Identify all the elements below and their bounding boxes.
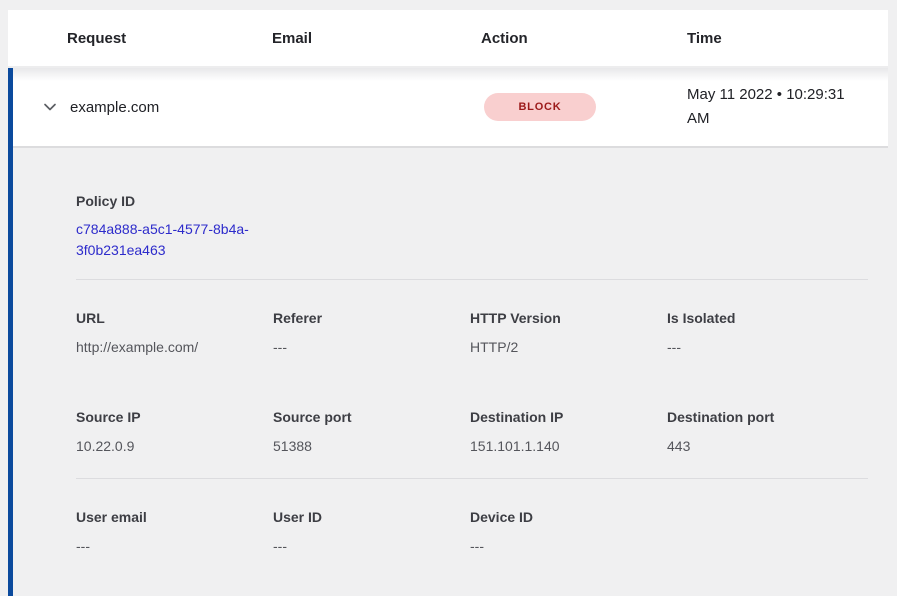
block-status-badge: BLOCK xyxy=(484,93,596,121)
expanded-row-group: example.com BLOCK May 11 2022 • 10:29:31… xyxy=(8,68,888,596)
detail-field-policy-id: Policy ID c784a888-a5c1-4577-8b4a-3f0b23… xyxy=(76,191,868,261)
detail-field-destination-port: Destination port 443 xyxy=(667,407,864,456)
field-value: HTTP/2 xyxy=(470,337,667,357)
detail-field-referer: Referer --- xyxy=(273,308,470,357)
field-label: Source IP xyxy=(76,407,273,427)
detail-field-user-id: User ID --- xyxy=(273,507,470,556)
field-value: 151.101.1.140 xyxy=(470,436,667,456)
column-header-email: Email xyxy=(272,30,481,47)
log-table-card: Request Email Action Time example.com BL… xyxy=(8,10,888,596)
field-value: 51388 xyxy=(273,436,470,456)
field-value: --- xyxy=(273,536,470,556)
field-value: --- xyxy=(76,536,273,556)
log-table-row[interactable]: example.com BLOCK May 11 2022 • 10:29:31… xyxy=(13,68,888,148)
column-header-request: Request xyxy=(8,30,272,47)
request-cell: example.com xyxy=(13,99,272,116)
field-label: Policy ID xyxy=(76,191,868,211)
field-value: http://example.com/ xyxy=(76,337,273,357)
detail-field-http-version: HTTP Version HTTP/2 xyxy=(470,308,667,357)
field-label: User ID xyxy=(273,507,470,527)
column-header-time: Time xyxy=(687,30,888,47)
field-value: 443 xyxy=(667,436,864,456)
detail-field-destination-ip: Destination IP 151.101.1.140 xyxy=(470,407,667,456)
detail-row: User email --- User ID --- Device ID --- xyxy=(76,507,868,556)
field-value: 10.22.0.9 xyxy=(76,436,273,456)
detail-field-url: URL http://example.com/ xyxy=(76,308,273,357)
detail-field-source-ip: Source IP 10.22.0.9 xyxy=(76,407,273,456)
detail-row: URL http://example.com/ Referer --- HTTP… xyxy=(76,308,868,357)
detail-field-empty xyxy=(667,507,864,556)
field-label: Is Isolated xyxy=(667,308,864,328)
divider xyxy=(76,279,868,280)
field-label: Destination IP xyxy=(470,407,667,427)
time-cell: May 11 2022 • 10:29:31 AM xyxy=(687,83,888,131)
field-label: Destination port xyxy=(667,407,864,427)
divider xyxy=(76,478,868,479)
field-label: User email xyxy=(76,507,273,527)
detail-row: Source IP 10.22.0.9 Source port 51388 De… xyxy=(76,407,868,456)
field-label: Referer xyxy=(273,308,470,328)
column-header-action: Action xyxy=(481,30,687,47)
field-value: --- xyxy=(667,337,864,357)
action-cell: BLOCK xyxy=(481,93,687,121)
field-label: Source port xyxy=(273,407,470,427)
table-header: Request Email Action Time xyxy=(8,10,888,68)
field-value: --- xyxy=(273,337,470,357)
field-value: --- xyxy=(470,536,667,556)
detail-field-device-id: Device ID --- xyxy=(470,507,667,556)
request-domain: example.com xyxy=(70,99,159,116)
field-label: Device ID xyxy=(470,507,667,527)
detail-field-user-email: User email --- xyxy=(76,507,273,556)
detail-field-is-isolated: Is Isolated --- xyxy=(667,308,864,357)
field-label: HTTP Version xyxy=(470,308,667,328)
chevron-down-icon[interactable] xyxy=(42,99,58,115)
field-label: URL xyxy=(76,308,273,328)
policy-id-link[interactable]: c784a888-a5c1-4577-8b4a-3f0b231ea463 xyxy=(76,219,273,261)
expanded-detail-panel: Policy ID c784a888-a5c1-4577-8b4a-3f0b23… xyxy=(13,148,888,596)
detail-field-source-port: Source port 51388 xyxy=(273,407,470,456)
